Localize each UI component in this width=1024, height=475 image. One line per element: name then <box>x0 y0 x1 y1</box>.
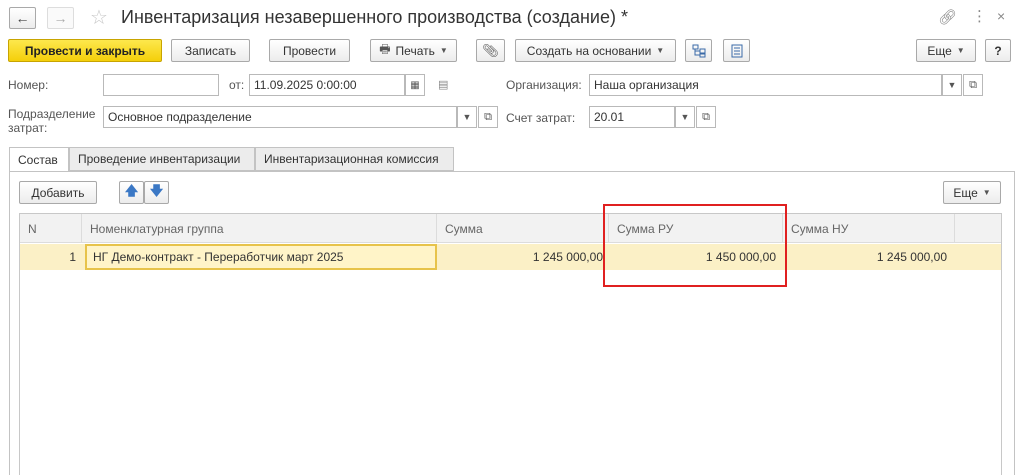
close-icon[interactable]: × <box>997 8 1005 24</box>
calendar-icon: ▦ <box>410 79 420 91</box>
date-input[interactable]: 11.09.2025 0:00:00 <box>249 74 405 96</box>
link-icon[interactable]: 🔗︎ <box>938 8 957 26</box>
cost-account-input[interactable]: 20.01 <box>589 106 675 128</box>
more-vertical-icon[interactable]: ⋮ <box>972 7 987 25</box>
print-button[interactable]: 🖶︎ Печать ▼ <box>370 39 457 62</box>
number-label: Номер: <box>8 78 49 92</box>
highlight-annotation-box <box>603 204 787 287</box>
chevron-down-icon: ▼ <box>462 112 472 122</box>
open-window-icon: ⧉ <box>969 78 977 91</box>
tab-composition[interactable]: Состав <box>9 147 69 172</box>
more-button[interactable]: Еще ▼ <box>916 39 976 62</box>
printer-icon: 🖶︎ <box>379 42 391 56</box>
create-based-on-button[interactable]: Создать на основании ▼ <box>515 39 676 62</box>
column-header-n[interactable]: N <box>20 214 82 243</box>
title-bar: ← → ☆ Инвентаризация незавершенного прои… <box>0 0 1024 36</box>
chevron-down-icon: ▼ <box>680 112 690 122</box>
forward-button[interactable]: → <box>47 7 74 29</box>
post-button[interactable]: Провести <box>269 39 350 62</box>
star-icon[interactable]: ☆ <box>90 5 108 30</box>
cost-account-dropdown-button[interactable]: ▼ <box>675 106 695 128</box>
arrow-right-icon: → <box>53 10 68 26</box>
paperclip-icon: 📎︎ <box>482 42 499 58</box>
row-sum-nu-cell[interactable]: 1 245 000,00 <box>783 244 947 270</box>
organization-input[interactable]: Наша организация <box>589 74 942 96</box>
post-and-close-button[interactable]: Провести и закрыть <box>8 39 162 62</box>
department-label-line2: затрат: <box>8 121 48 135</box>
date-label: от: <box>229 78 245 92</box>
calculator-icon[interactable]: ▤ <box>438 78 448 91</box>
back-button[interactable]: ← <box>9 7 36 29</box>
organization-dropdown-button[interactable]: ▼ <box>942 74 962 96</box>
organization-label: Организация: <box>506 78 582 92</box>
column-header-group[interactable]: Номенклатурная группа <box>82 214 437 243</box>
cost-account-open-button[interactable]: ⧉ <box>696 106 716 128</box>
column-header-sum[interactable]: Сумма <box>437 214 609 243</box>
chevron-down-icon: ▼ <box>947 80 957 90</box>
report-button[interactable] <box>723 39 750 62</box>
add-row-button[interactable]: Добавить <box>19 181 97 204</box>
chevron-down-icon: ▼ <box>439 46 448 55</box>
cost-account-label: Счет затрат: <box>506 111 576 125</box>
window-title: Инвентаризация незавершенного производст… <box>121 7 628 27</box>
row-sum-cell[interactable]: 1 245 000,00 <box>437 244 603 270</box>
calendar-button[interactable]: ▦ <box>405 74 425 96</box>
row-group-cell[interactable]: НГ Демо-контракт - Переработчик март 202… <box>85 244 437 270</box>
chevron-down-icon: ▼ <box>982 188 991 197</box>
help-button[interactable]: ? <box>985 39 1011 62</box>
arrow-left-icon: ← <box>15 10 30 26</box>
structure-button[interactable] <box>685 39 712 62</box>
table-more-button[interactable]: Еще ▼ <box>943 181 1001 204</box>
chevron-down-icon: ▼ <box>956 46 965 55</box>
move-down-button[interactable]: 🡇 <box>144 181 169 204</box>
open-window-icon: ⧉ <box>484 110 492 123</box>
tab-inventory-posting[interactable]: Проведение инвентаризации <box>69 147 255 171</box>
open-window-icon: ⧉ <box>702 110 710 123</box>
arrow-down-icon: 🡇 <box>149 182 164 198</box>
row-number: 1 <box>69 250 76 264</box>
department-input[interactable]: Основное подразделение <box>103 106 457 128</box>
document-list-icon <box>731 44 742 57</box>
number-input[interactable] <box>103 74 219 96</box>
department-label-line1: Подразделение <box>8 107 96 121</box>
move-up-button[interactable]: 🡅 <box>119 181 144 204</box>
organization-open-button[interactable]: ⧉ <box>963 74 983 96</box>
tab-inventory-commission[interactable]: Инвентаризационная комиссия <box>255 147 454 171</box>
column-header-sum-nu[interactable]: Сумма НУ <box>783 214 955 243</box>
save-button[interactable]: Записать <box>171 39 250 62</box>
department-open-button[interactable]: ⧉ <box>478 106 498 128</box>
arrow-up-icon: 🡅 <box>124 182 139 198</box>
department-dropdown-button[interactable]: ▼ <box>457 106 477 128</box>
attach-button[interactable]: 📎︎ <box>476 39 505 62</box>
chevron-down-icon: ▼ <box>656 46 665 55</box>
hierarchy-icon <box>692 44 705 57</box>
